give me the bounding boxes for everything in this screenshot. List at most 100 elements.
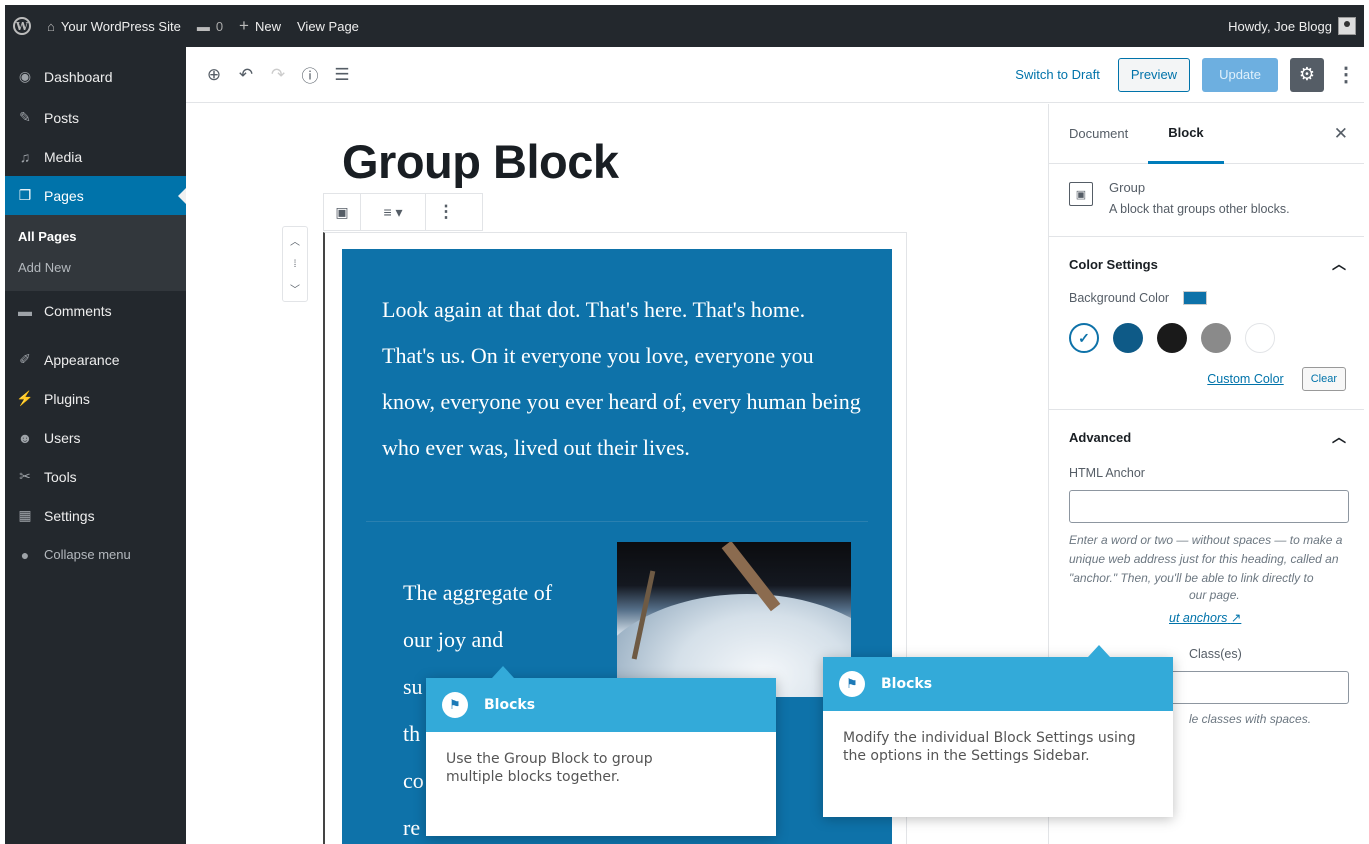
color-settings-toggle[interactable]: Color Settings ︿ xyxy=(1069,237,1346,291)
sidebar-item-users[interactable]: ☻ Users xyxy=(5,418,186,457)
tab-block[interactable]: Block xyxy=(1148,104,1224,164)
color-actions: Custom Color Clear xyxy=(1069,367,1346,409)
editor-tools: ⊕ ↶ ↷ ⓘ ☰ xyxy=(198,59,358,91)
outline-icon[interactable]: ☰ xyxy=(326,59,358,91)
sidebar-item-label: Settings xyxy=(44,507,95,524)
tooltip-title: Blocks xyxy=(484,697,536,713)
sidebar-item-appearance[interactable]: ✐ Appearance xyxy=(5,340,186,379)
comments-count: 0 xyxy=(215,18,224,34)
pages-submenu: All Pages Add New xyxy=(5,215,186,291)
settings-tabs: Document Block ✕ xyxy=(1049,104,1364,164)
admin-sidebar: ◉ Dashboard ✎ Posts ♫ Media ❐ Pages All … xyxy=(5,47,186,844)
wordpress-logo-icon: W xyxy=(13,17,31,35)
blocks-guide-tooltip-group: ⚑ Blocks Use the Group Block to group mu… xyxy=(426,666,776,836)
brush-icon: ✐ xyxy=(19,351,31,367)
more-options-icon[interactable]: ⋮ xyxy=(1336,62,1356,87)
group-paragraph[interactable]: Look again at that dot. That's here. Tha… xyxy=(382,287,862,471)
sidebar-item-comments[interactable]: ▬ Comments xyxy=(5,291,186,330)
custom-color-button[interactable]: Custom Color xyxy=(1207,372,1283,386)
pages-icon: ❐ xyxy=(18,187,32,203)
drag-handle-icon[interactable]: ⁞ xyxy=(294,259,297,270)
group-block-icon: ▣ xyxy=(1069,182,1093,206)
check-icon: ✓ xyxy=(1078,329,1090,346)
switch-to-draft-button[interactable]: Switch to Draft xyxy=(1015,67,1100,82)
color-settings-title: Color Settings xyxy=(1069,256,1158,272)
css-class-label: Class(es) xyxy=(1189,647,1242,661)
advanced-toggle[interactable]: Advanced ︿ xyxy=(1069,410,1346,464)
block-card-title: Group xyxy=(1109,180,1146,195)
update-button[interactable]: Update xyxy=(1202,57,1278,92)
sidebar-item-label: Media xyxy=(44,148,83,165)
inner-line: our joy and xyxy=(403,627,504,652)
sidebar-item-label: Appearance xyxy=(44,351,120,368)
color-swatch-selected[interactable]: ✓ xyxy=(1069,323,1099,353)
sidebar-item-label: Comments xyxy=(44,302,112,319)
plug-icon: ⚡ xyxy=(16,390,34,406)
sidebar-item-settings[interactable]: ▦ Settings xyxy=(5,496,186,535)
anchor-link-label: ut anchors xyxy=(1169,611,1228,625)
home-icon: ⌂ xyxy=(47,18,55,34)
wordpress-logo-button[interactable]: W xyxy=(5,5,39,47)
sidebar-item-collapse[interactable]: ● Collapse menu xyxy=(5,535,186,574)
sidebar-item-label: Posts xyxy=(44,109,80,126)
site-name-link[interactable]: ⌂ Your WordPress Site xyxy=(39,5,189,47)
learn-about-anchors-link[interactable]: ut anchors ↗ xyxy=(1169,610,1346,625)
html-anchor-help: Enter a word or two — without spaces — t… xyxy=(1069,533,1343,585)
comment-icon: ▬ xyxy=(18,302,32,319)
sidebar-item-dashboard[interactable]: ◉ Dashboard xyxy=(5,57,186,96)
info-icon[interactable]: ⓘ xyxy=(294,59,326,91)
sidebar-item-plugins[interactable]: ⚡ Plugins xyxy=(5,379,186,418)
chevron-up-icon: ︿ xyxy=(1332,429,1346,445)
tooltip-title: Blocks xyxy=(881,676,933,692)
color-swatch-black[interactable] xyxy=(1157,323,1187,353)
preview-button[interactable]: Preview xyxy=(1117,57,1191,92)
clear-color-button[interactable]: Clear xyxy=(1301,367,1346,391)
color-settings-panel: Color Settings ︿ Background Color ✓ Cust… xyxy=(1049,237,1364,410)
view-page-label: View Page xyxy=(297,18,359,34)
group-block-type-icon[interactable]: ▣ xyxy=(324,194,360,230)
add-block-icon[interactable]: ⊕ xyxy=(198,59,230,91)
undo-icon[interactable]: ↶ xyxy=(230,59,262,91)
submenu-add-new[interactable]: Add New xyxy=(5,252,186,283)
gear-icon: ⚙ xyxy=(1298,64,1316,84)
earth-from-space-image[interactable] xyxy=(617,542,851,697)
media-icon: ♫ xyxy=(19,148,31,165)
post-title[interactable]: Group Block xyxy=(342,134,619,189)
color-swatch-white[interactable] xyxy=(1245,323,1275,353)
redo-icon[interactable]: ↷ xyxy=(262,59,294,91)
color-swatch-gray[interactable] xyxy=(1201,323,1231,353)
close-icon[interactable]: ✕ xyxy=(1334,124,1348,144)
sidebar-item-label: Plugins xyxy=(44,390,90,407)
blocks-guide-tooltip-settings: ⚑ Blocks Modify the individual Block Set… xyxy=(823,645,1173,817)
plus-icon: + xyxy=(239,16,249,35)
admin-bar: W ⌂ Your WordPress Site ▬ 0 + New View P… xyxy=(5,5,1364,47)
move-up-icon[interactable]: ︿ xyxy=(290,233,300,248)
settings-gear-button[interactable]: ⚙ xyxy=(1290,57,1324,92)
sidebar-item-label: Pages xyxy=(44,187,84,204)
comments-link[interactable]: ▬ 0 xyxy=(189,5,231,47)
more-block-options-icon[interactable]: ⋮ xyxy=(426,194,466,230)
new-content-link[interactable]: + New xyxy=(231,5,289,47)
avatar xyxy=(1338,17,1356,35)
html-anchor-input[interactable] xyxy=(1069,490,1349,523)
wrench-icon: ✂ xyxy=(19,468,31,484)
tooltip-body: Use the Group Block to group multiple bl… xyxy=(446,751,653,785)
sidebar-item-pages[interactable]: ❐ Pages xyxy=(5,176,186,215)
editor-actions: Switch to Draft Preview Update ⚙ ⋮ xyxy=(1015,57,1364,92)
sidebar-item-label: Dashboard xyxy=(44,68,113,85)
sidebar-item-posts[interactable]: ✎ Posts xyxy=(5,98,186,137)
tab-document[interactable]: Document xyxy=(1049,104,1148,164)
html-anchor-label: HTML Anchor xyxy=(1069,466,1145,480)
move-down-icon[interactable]: ﹀ xyxy=(290,281,300,296)
color-swatch-dark-blue[interactable] xyxy=(1113,323,1143,353)
submenu-all-pages[interactable]: All Pages xyxy=(5,221,186,252)
comment-bubble-icon: ▬ xyxy=(196,18,210,34)
sidebar-item-media[interactable]: ♫ Media xyxy=(5,137,186,176)
howdy-label: Howdy, Joe Blogg xyxy=(1228,18,1332,34)
view-page-link[interactable]: View Page xyxy=(289,5,367,47)
tooltip-header: ⚑ Blocks xyxy=(823,657,1173,711)
my-account-link[interactable]: Howdy, Joe Blogg xyxy=(1220,5,1364,47)
sidebar-item-tools[interactable]: ✂ Tools xyxy=(5,457,186,496)
alignment-dropdown-icon[interactable]: ≡ ▾ xyxy=(361,194,425,230)
css-class-help: le classes with spaces. xyxy=(1189,712,1312,726)
